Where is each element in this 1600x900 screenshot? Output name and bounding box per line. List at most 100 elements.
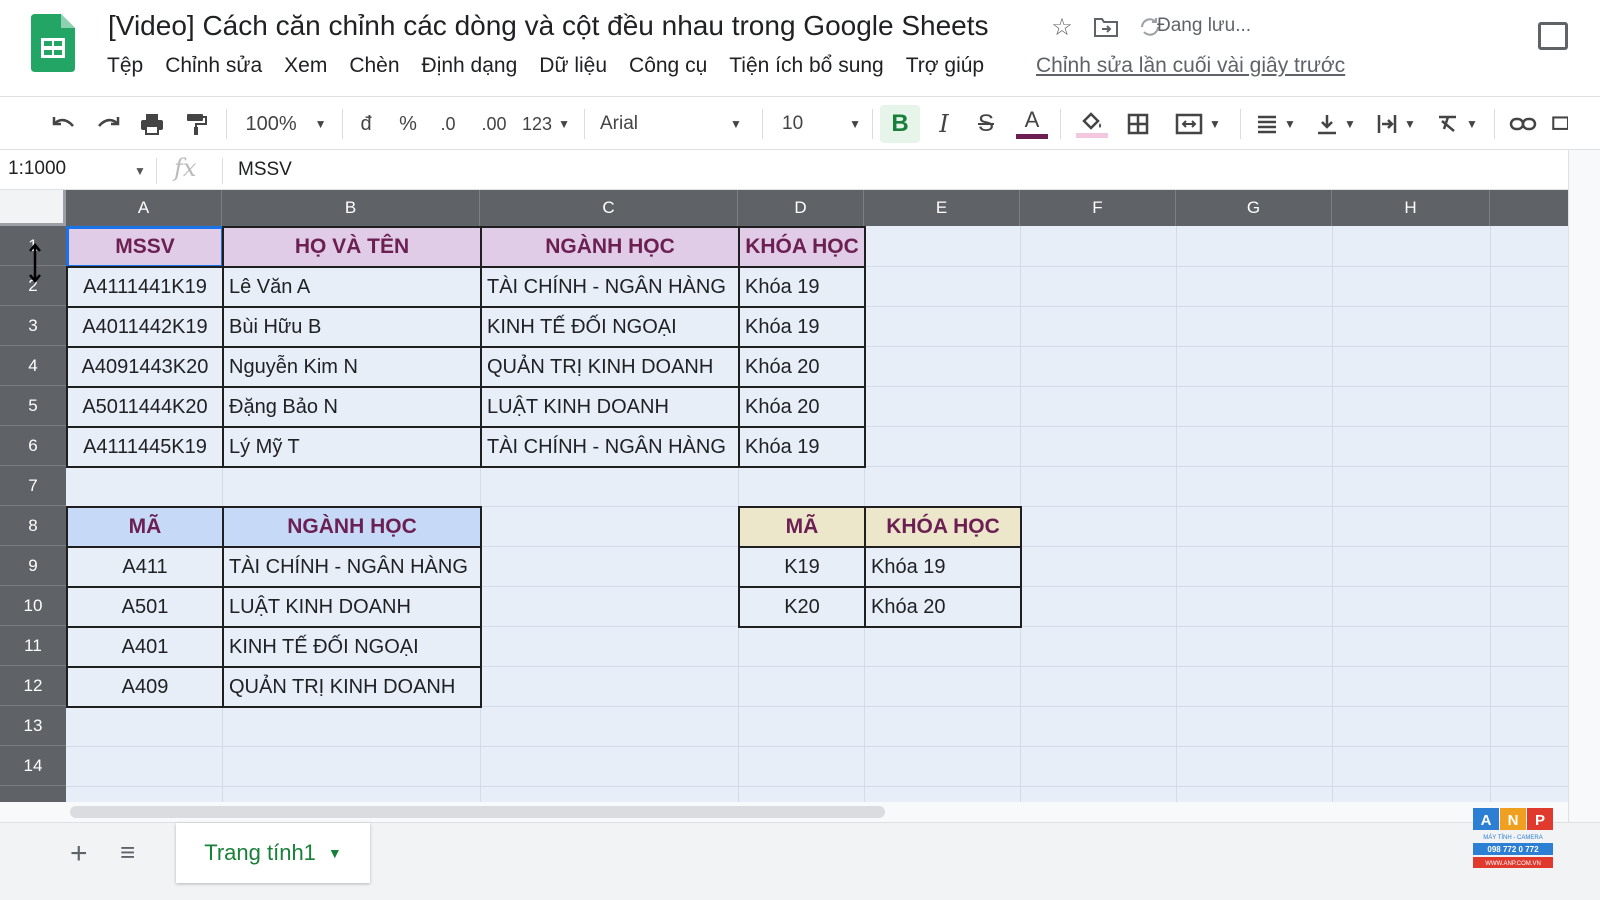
menu-insert[interactable]: Chèn: [338, 52, 410, 80]
table_courses-cell[interactable]: K20: [738, 586, 866, 628]
table_students-cell[interactable]: A5011444K20: [66, 386, 224, 428]
table_students-cell[interactable]: Khóa 20: [738, 346, 866, 388]
formula-input[interactable]: MSSV: [238, 159, 292, 181]
menu-file[interactable]: Tệp: [96, 52, 154, 80]
redo-icon[interactable]: [90, 105, 126, 143]
text-rotation-icon[interactable]: ▼: [1430, 105, 1484, 143]
table_students-cell[interactable]: Nguyễn Kim N: [222, 346, 482, 388]
table_students-cell[interactable]: Đặng Bảo N: [222, 386, 482, 428]
table_courses-header-cell[interactable]: MÃ: [738, 506, 866, 548]
vertical-align-icon[interactable]: ▼: [1310, 105, 1362, 143]
column-header-e[interactable]: E: [864, 190, 1020, 226]
horizontal-align-icon[interactable]: ▼: [1250, 105, 1302, 143]
menu-edit[interactable]: Chỉnh sửa: [154, 52, 273, 80]
table_students-cell[interactable]: TÀI CHÍNH - NGÂN HÀNG: [480, 426, 740, 468]
row-header-8[interactable]: 8: [0, 506, 66, 546]
menu-addons[interactable]: Tiện ích bổ sung: [718, 52, 895, 80]
table_students-cell[interactable]: Khóa 19: [738, 266, 866, 308]
paint-format-icon[interactable]: [178, 105, 214, 143]
table_students-cell[interactable]: A4111445K19: [66, 426, 224, 468]
row-header-3[interactable]: 3: [0, 306, 66, 346]
all-sheets-icon[interactable]: ≡: [120, 837, 135, 868]
print-icon[interactable]: [134, 105, 170, 143]
undo-icon[interactable]: [46, 105, 82, 143]
table_students-cell[interactable]: A4111441K19: [66, 266, 224, 308]
table_majors-cell[interactable]: A401: [66, 626, 224, 668]
table_majors-header-cell[interactable]: MÃ: [66, 506, 224, 548]
column-header-h[interactable]: H: [1332, 190, 1490, 226]
column-header-extra[interactable]: [1490, 190, 1568, 226]
menu-view[interactable]: Xem: [273, 52, 338, 80]
document-title[interactable]: [Video] Cách căn chỉnh các dòng và cột đ…: [108, 10, 989, 42]
table_majors-header-cell[interactable]: NGÀNH HỌC: [222, 506, 482, 548]
row-header-13[interactable]: 13: [0, 706, 66, 746]
table_majors-cell[interactable]: TÀI CHÍNH - NGÂN HÀNG: [222, 546, 482, 588]
fill-color-icon[interactable]: [1072, 105, 1112, 143]
table_students-cell[interactable]: Khóa 19: [738, 306, 866, 348]
table_students-cell[interactable]: Bùi Hữu B: [222, 306, 482, 348]
name-box[interactable]: 1:1000: [8, 158, 66, 180]
more-formats-button[interactable]: 123 ▼: [518, 105, 574, 143]
row-header-7[interactable]: 7: [0, 466, 66, 506]
row-header-12[interactable]: 12: [0, 666, 66, 706]
menu-format[interactable]: Định dạng: [411, 52, 529, 80]
column-header-d[interactable]: D: [738, 190, 864, 226]
column-header-g[interactable]: G: [1176, 190, 1332, 226]
bold-button[interactable]: B: [880, 105, 920, 143]
move-to-folder-icon[interactable]: [1084, 12, 1128, 42]
increase-decimal-button[interactable]: .00: [476, 105, 512, 143]
table_majors-cell[interactable]: A501: [66, 586, 224, 628]
sheet-tab[interactable]: Trang tính1 ▼: [176, 823, 370, 883]
row-header-11[interactable]: 11: [0, 626, 66, 666]
strikethrough-button[interactable]: S: [968, 105, 1004, 143]
zoom-select[interactable]: 100% ▼: [240, 105, 332, 143]
currency-format-button[interactable]: đ: [352, 105, 380, 143]
font-size-select[interactable]: 10 ▼: [776, 105, 866, 143]
table_students-cell[interactable]: Lê Văn A: [222, 266, 482, 308]
row-header-5[interactable]: 5: [0, 386, 66, 426]
select-all-corner[interactable]: [0, 190, 66, 226]
insert-link-icon[interactable]: [1504, 105, 1542, 143]
italic-button[interactable]: I: [926, 105, 962, 143]
text-color-button[interactable]: A: [1012, 105, 1052, 143]
column-header-c[interactable]: C: [480, 190, 738, 226]
table_courses-cell[interactable]: Khóa 19: [864, 546, 1022, 588]
vertical-scroll-area[interactable]: [1568, 150, 1600, 822]
table_students-cell[interactable]: TÀI CHÍNH - NGÂN HÀNG: [480, 266, 740, 308]
table_courses-header-cell[interactable]: KHÓA HỌC: [864, 506, 1022, 548]
add-sheet-icon[interactable]: +: [70, 837, 88, 871]
table_students-header-cell[interactable]: HỌ VÀ TÊN: [222, 226, 482, 268]
merge-cells-icon[interactable]: ▼: [1166, 105, 1230, 143]
table_students-cell[interactable]: QUẢN TRỊ KINH DOANH: [480, 346, 740, 388]
table_students-cell[interactable]: Khóa 19: [738, 426, 866, 468]
row-header-partial[interactable]: [0, 786, 66, 802]
table_students-cell[interactable]: KINH TẾ ĐỐI NGOẠI: [480, 306, 740, 348]
table_majors-cell[interactable]: KINH TẾ ĐỐI NGOẠI: [222, 626, 482, 668]
menu-data[interactable]: Dữ liệu: [528, 52, 618, 80]
row-header-4[interactable]: 4: [0, 346, 66, 386]
table_students-header-cell[interactable]: KHÓA HỌC: [738, 226, 866, 268]
menu-help[interactable]: Trợ giúp: [895, 52, 995, 80]
table_students-cell[interactable]: A4011442K19: [66, 306, 224, 348]
chevron-down-icon[interactable]: ▼: [134, 164, 146, 178]
column-header-f[interactable]: F: [1020, 190, 1176, 226]
column-header-b[interactable]: B: [222, 190, 480, 226]
table_students-cell[interactable]: Lý Mỹ T: [222, 426, 482, 468]
spreadsheet-grid[interactable]: A B C D E F G H 1 2 3 4 5 6 7 8 9 10 11 12 13 14 MSSV HỌ VÀ TÊN…: [0, 190, 1568, 802]
sheets-logo-icon[interactable]: [31, 14, 75, 72]
table_courses-cell[interactable]: K19: [738, 546, 866, 588]
table_majors-cell[interactable]: A411: [66, 546, 224, 588]
table_students-cell[interactable]: LUẬT KINH DOANH: [480, 386, 740, 428]
menu-tools[interactable]: Công cụ: [618, 52, 718, 80]
horizontal-scrollbar[interactable]: [70, 806, 885, 818]
table_students-cell[interactable]: A4091443K20: [66, 346, 224, 388]
decrease-decimal-button[interactable]: .0: [432, 105, 464, 143]
last-edit-link[interactable]: Chỉnh sửa lần cuối vài giây trước: [1036, 54, 1345, 78]
table_majors-cell[interactable]: A409: [66, 666, 224, 708]
star-icon[interactable]: ☆: [1040, 12, 1084, 42]
table_students-header-cell[interactable]: NGÀNH HỌC: [480, 226, 740, 268]
chevron-down-icon[interactable]: ▼: [328, 845, 342, 861]
table_students-header-cell[interactable]: MSSV: [66, 226, 224, 268]
percent-format-button[interactable]: %: [394, 105, 422, 143]
table_majors-cell[interactable]: LUẬT KINH DOANH: [222, 586, 482, 628]
